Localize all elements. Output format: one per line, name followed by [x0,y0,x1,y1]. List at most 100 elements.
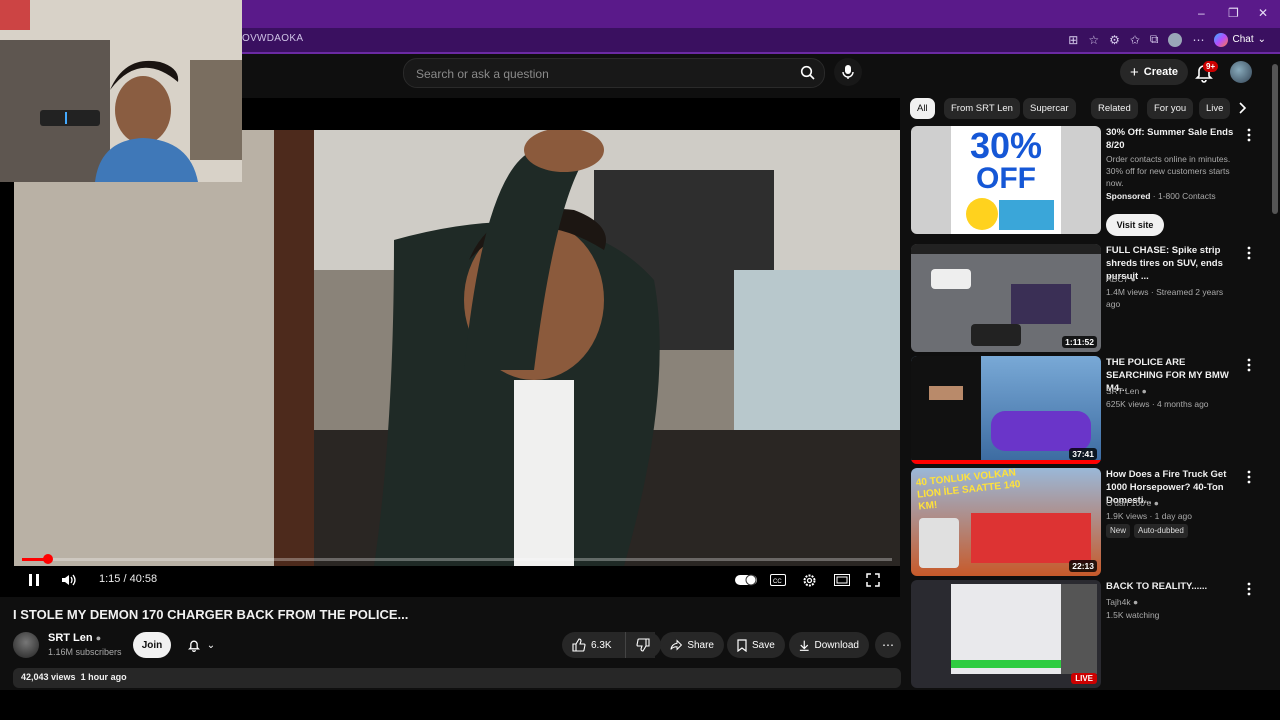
sponsored-ad[interactable]: 30% OFF 30% Off: Summer Sale Ends 8/20 O… [911,126,1271,236]
favorite-star-icon[interactable]: ☆ [1088,33,1099,47]
chip-from-channel[interactable]: From SRT Len [944,98,1020,119]
chevron-right-icon[interactable] [1238,101,1248,115]
video-meta: 625K views · 4 months ago [1106,399,1209,409]
url-text[interactable]: OVWDAOKA [242,33,303,44]
search-box[interactable] [403,58,825,88]
visit-site-button[interactable]: Visit site [1106,214,1164,236]
plus-icon: + [1130,63,1139,81]
webcam-overlay [0,0,242,182]
new-badge: New [1106,524,1131,538]
channel-name[interactable]: O'dan 100'e ● [1106,497,1236,509]
more-icon[interactable]: ⋯ [1192,33,1204,47]
kebab-menu-icon[interactable] [1244,470,1254,484]
autoplay-toggle[interactable] [735,570,757,590]
subscriber-count: 1.16M subscribers [48,647,122,657]
video-title: I STOLE MY DEMON 170 CHARGER BACK FROM T… [13,607,409,622]
captions-button[interactable]: CC [770,570,786,590]
chip-supercar[interactable]: Supercar [1023,98,1076,119]
view-info: 42,043 views 1 hour ago [21,672,127,682]
minimize-icon[interactable]: – [1198,6,1205,20]
progress-bar[interactable] [22,554,892,564]
notification-count-badge: 9+ [1203,61,1219,72]
video-thumbnail[interactable]: 40 TONLUK VOLKAN LION İLE SAATTE 140 KM!… [911,468,1101,576]
kebab-menu-icon[interactable] [1244,128,1254,142]
download-button[interactable]: Download [789,632,869,658]
live-badge: LIVE [1071,673,1097,684]
voice-search-button[interactable] [834,58,862,86]
settings-button[interactable] [802,570,817,590]
bell-icon [187,640,200,652]
create-button[interactable]: + Create [1120,59,1189,85]
ad-discount-text: 30% [969,126,1043,166]
video-badges: New Auto-dubbed [1106,524,1236,538]
volume-button[interactable] [61,570,77,590]
auto-dubbed-badge: Auto-dubbed [1134,524,1188,538]
video-scene [14,130,900,566]
volume-icon [62,574,76,586]
subscription-bell-button[interactable]: ⌄ [180,632,222,658]
chip-all[interactable]: All [910,98,935,119]
video-thumbnail[interactable]: LIVE [911,580,1101,688]
chip-related[interactable]: Related [1091,98,1138,119]
microphone-icon [842,65,854,79]
kebab-menu-icon[interactable] [1244,246,1254,260]
scrollbar[interactable] [1270,54,1280,688]
collections-icon[interactable]: ⧉ [1150,32,1159,47]
thumbs-down-icon [636,638,650,652]
description-box[interactable]: 42,043 views 1 hour ago [13,668,901,688]
list-item[interactable]: 37:41 THE POLICE ARE SEARCHING FOR MY BM… [911,356,1271,464]
pause-icon [29,574,39,586]
verified-icon: ● [95,633,102,643]
avatar[interactable] [1230,61,1252,83]
save-button[interactable]: Save [727,632,785,658]
ad-title[interactable]: 30% Off: Summer Sale Ends 8/20 [1106,126,1236,152]
kebab-menu-icon[interactable] [1244,582,1254,596]
browser-profile-icon[interactable] [1168,32,1183,47]
save-label: Save [752,639,775,651]
share-label: Share [687,639,714,651]
ad-thumbnail[interactable]: 30% OFF [911,126,1101,234]
browser-toolbar: ⊞ ☆ ⚙ ✩ ⧉ ⋯ Chat ⌄ [1068,32,1266,47]
pause-button[interactable] [28,570,40,590]
channel-name[interactable]: SRT Len ● [48,632,101,644]
video-thumbnail[interactable]: 37:41 [911,356,1101,464]
favorites-icon[interactable]: ✩ [1130,33,1140,47]
maximize-icon[interactable]: ❐ [1228,6,1239,20]
join-button[interactable]: Join [133,632,171,658]
video-duration: 1:11:52 [1062,336,1097,348]
channel-name[interactable]: Tajh4k ● [1106,596,1236,608]
list-item[interactable]: 40 TONLUK VOLKAN LION İLE SAATTE 140 KM!… [911,468,1271,576]
copilot-icon [1214,32,1229,47]
fullscreen-button[interactable] [866,570,880,590]
dislike-button[interactable] [625,632,661,658]
thumbnail-caption: 40 TONLUK VOLKAN LION İLE SAATTE 140 KM! [915,468,1021,513]
scrollbar-thumb[interactable] [1272,64,1278,214]
video-frame[interactable] [14,130,900,566]
time-display: 1:15 / 40:58 [99,573,158,585]
chevron-down-icon: ⌄ [206,639,216,651]
copilot-chat-button[interactable]: Chat ⌄ [1214,32,1266,47]
chip-live[interactable]: Live [1199,98,1231,119]
search-input[interactable] [414,63,778,85]
video-duration: 22:13 [1069,560,1097,572]
video-thumbnail[interactable]: 1:11:52 [911,244,1101,352]
search-button[interactable] [796,61,820,85]
share-icon [670,639,683,651]
kebab-menu-icon[interactable] [1244,358,1254,372]
share-button[interactable]: Share [660,632,724,658]
like-count: 6.3K [591,639,612,651]
more-actions-button[interactable]: ⋯ [875,632,901,658]
channel-name[interactable]: ABC7 ● [1106,273,1236,285]
extension-icon[interactable]: ⚙ [1109,33,1120,47]
video-title[interactable]: BACK TO REALITY...... [1106,580,1236,593]
list-item[interactable]: LIVE BACK TO REALITY...... Tajh4k ● 1.5K… [911,580,1271,688]
channel-avatar[interactable] [13,632,39,658]
theater-mode-button[interactable] [834,570,850,590]
chip-for-you[interactable]: For you [1147,98,1194,119]
app-available-icon[interactable]: ⊞ [1068,33,1078,47]
close-icon[interactable]: ✕ [1258,6,1268,20]
contact-box-image [999,200,1054,230]
list-item[interactable]: 1:11:52 FULL CHASE: Spike strip shreds t… [911,244,1271,352]
chevron-down-icon: ⌄ [1257,34,1266,45]
channel-name[interactable]: SRT Len ● [1106,385,1236,397]
